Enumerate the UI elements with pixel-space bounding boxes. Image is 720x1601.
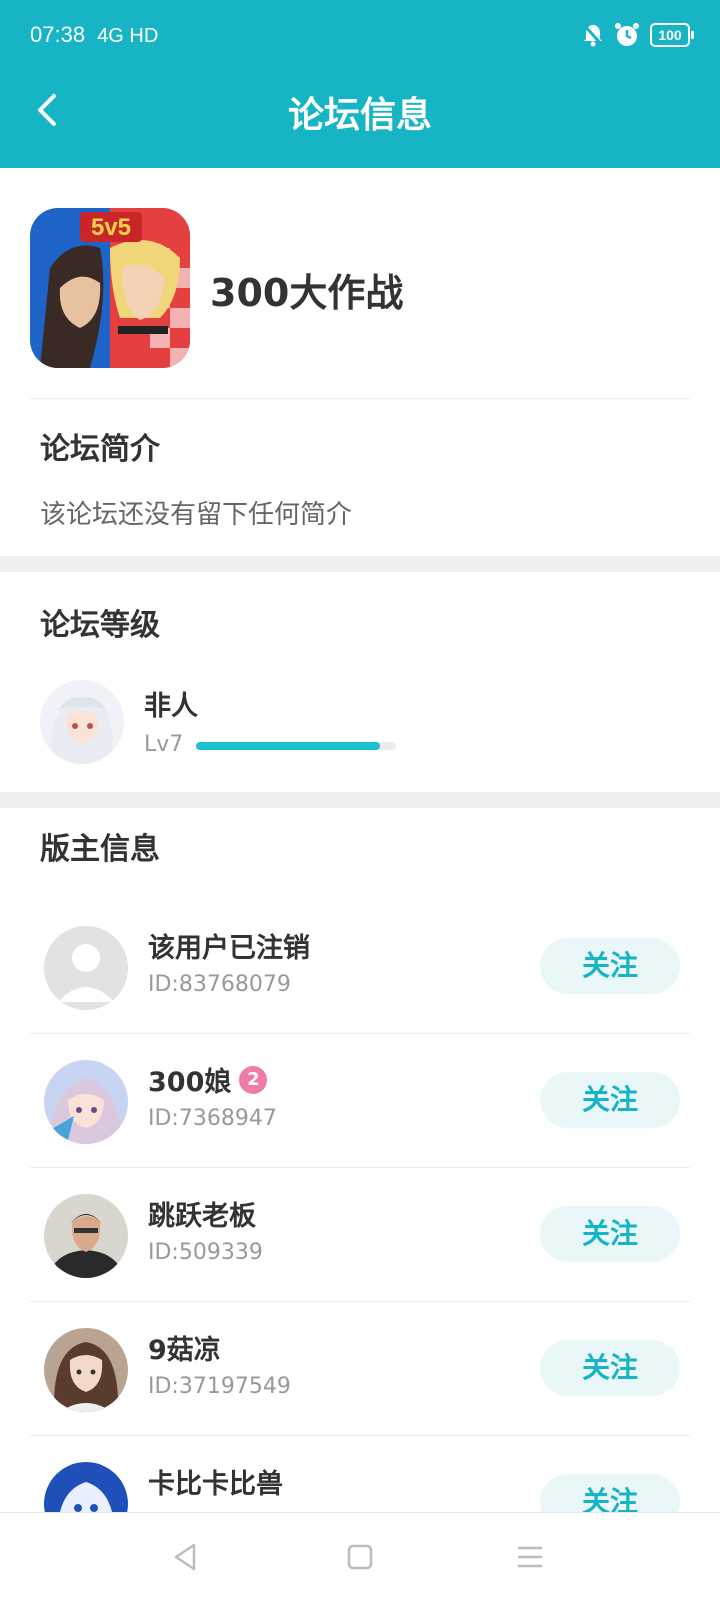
status-time: 07:38 — [30, 22, 86, 47]
alarm-clock-icon — [614, 22, 640, 48]
status-bar: 07:38 4G HD — [30, 22, 158, 48]
level-progress-fill — [196, 742, 380, 750]
moderator-id: ID:7368947 — [148, 1106, 277, 1131]
battery-icon: 100 — [650, 23, 694, 47]
triangle-back-icon — [174, 1543, 196, 1571]
moderator-row: 该用户已注销 ID:83768079 关注 — [0, 900, 720, 1034]
nav-menu-button[interactable] — [512, 1539, 548, 1575]
default-avatar-icon — [44, 926, 128, 1010]
intro-section-title: 论坛简介 — [40, 432, 160, 467]
top-header: 07:38 4G HD 100 论坛信息 — [0, 0, 720, 168]
level-name: 非人 — [144, 691, 198, 722]
level-badge: 2 — [239, 1065, 268, 1094]
system-navigation-bar — [0, 1512, 720, 1601]
moderator-id: ID:83768079 — [148, 972, 291, 997]
mute-bell-icon — [582, 23, 604, 47]
moderator-row: 跳跃老板 ID:509339 关注 — [0, 1168, 720, 1302]
forum-name: 300大作战 — [210, 271, 404, 315]
section-gap — [0, 556, 720, 572]
follow-button[interactable]: 关注 — [540, 1340, 680, 1396]
level-progress-bar — [196, 742, 396, 750]
moderator-row: 300娘 2 ID:7368947 关注 — [0, 1034, 720, 1168]
level-avatar — [40, 680, 124, 764]
moderator-avatar — [44, 1194, 128, 1278]
nav-back-button[interactable] — [168, 1539, 204, 1575]
network-indicator: 4G HD — [97, 25, 159, 47]
moderator-name: 卡比卡比兽 — [148, 1469, 283, 1500]
level-section-title: 论坛等级 — [40, 608, 160, 643]
follow-button[interactable]: 关注 — [540, 938, 680, 994]
level-tag: Lv7 — [144, 732, 184, 757]
menu-lines-icon — [518, 1546, 542, 1568]
page-title: 论坛信息 — [287, 95, 432, 136]
moderator-name: 9菇凉 — [148, 1335, 221, 1366]
forum-icon-label: 5v5 — [91, 214, 131, 241]
intro-text: 该论坛还没有留下任何简介 — [40, 500, 353, 530]
moderator-avatar — [44, 1328, 128, 1412]
follow-button[interactable]: 关注 — [540, 1072, 680, 1128]
moderator-name: 该用户已注销 — [148, 933, 310, 964]
section-gap — [0, 792, 720, 808]
moderator-row: 9菇凉 ID:37197549 关注 — [0, 1302, 720, 1436]
moderator-id: ID:509339 — [148, 1240, 263, 1265]
divider — [30, 398, 690, 399]
forum-icon: 5v5 — [30, 208, 190, 368]
moderator-name: 300娘 2 — [148, 1060, 268, 1099]
square-home-icon — [347, 1544, 373, 1570]
follow-button[interactable]: 关注 — [540, 1206, 680, 1262]
moderator-avatar — [44, 1060, 128, 1144]
moderators-section-title: 版主信息 — [40, 832, 160, 867]
moderator-name: 跳跃老板 — [148, 1201, 256, 1232]
moderator-id: ID:37197549 — [148, 1374, 291, 1399]
status-icons: 100 — [582, 22, 694, 48]
nav-home-button[interactable] — [342, 1539, 378, 1575]
